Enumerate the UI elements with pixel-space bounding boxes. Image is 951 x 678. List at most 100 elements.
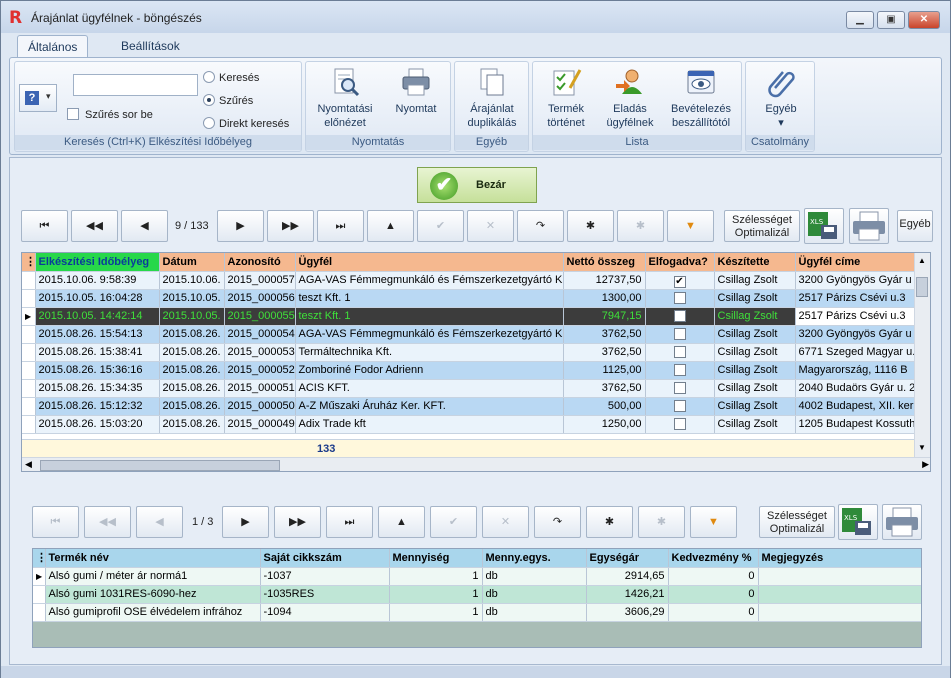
- cell-unit[interactable]: db: [482, 585, 587, 604]
- col-address[interactable]: Ügyfél címe: [795, 253, 917, 272]
- prev-record-button[interactable]: ◀: [121, 210, 168, 242]
- cell-by[interactable]: Csillag Zsolt: [714, 325, 796, 344]
- cell-id[interactable]: 2015_000049: [224, 415, 296, 434]
- cell-addr[interactable]: 2517 Párizs Csévi u.3: [795, 307, 917, 326]
- search-input[interactable]: [73, 74, 198, 96]
- accepted-checkbox[interactable]: [673, 381, 686, 394]
- cell-accepted[interactable]: [645, 307, 715, 326]
- cell-ts[interactable]: 2015.10.05. 16:04:28: [35, 289, 160, 308]
- maximize-button[interactable]: ▣: [877, 11, 905, 29]
- cell-client[interactable]: AGA-VAS Fémmegmunkáló és Fémszerkezetgyá…: [295, 271, 564, 290]
- table-row[interactable]: 2015.10.05. 16:04:28 2015.10.05. 2015_0000…: [22, 289, 917, 308]
- table-row[interactable]: Alsó gumi 1031RES-6090-hez -1035RES 1 db 142…: [33, 585, 921, 604]
- cell-accepted[interactable]: [645, 379, 715, 398]
- table-row[interactable]: Alsó gumiprofil OSE élvédelem infrához -1…: [33, 603, 921, 622]
- cell-id[interactable]: 2015_000053: [224, 343, 296, 362]
- cell-price[interactable]: 2914,65: [586, 567, 669, 586]
- cell-id[interactable]: 2015_000051: [224, 379, 296, 398]
- cell-by[interactable]: Csillag Zsolt: [714, 379, 796, 398]
- more-button[interactable]: Egyéb: [897, 210, 933, 242]
- filter-button[interactable]: ▼: [667, 210, 714, 242]
- post-button[interactable]: ✔: [417, 210, 464, 242]
- accepted-checkbox[interactable]: [673, 363, 686, 376]
- attachment-other-button[interactable]: Egyéb ▾: [750, 66, 812, 130]
- cell-price[interactable]: 1426,21: [586, 585, 669, 604]
- accepted-checkbox[interactable]: [673, 327, 686, 340]
- col-note[interactable]: Megjegyzés: [758, 549, 921, 568]
- col-sku[interactable]: Saját cikkszám: [260, 549, 390, 568]
- cell-accepted[interactable]: [645, 415, 715, 434]
- cell-accepted[interactable]: [645, 361, 715, 380]
- cell-note[interactable]: [758, 603, 921, 622]
- cell-ts[interactable]: 2015.08.26. 15:36:16: [35, 361, 160, 380]
- cancel-edit-button[interactable]: ✕: [467, 210, 514, 242]
- table-row[interactable]: 2015.08.26. 15:03:20 2015.08.26. 2015_0000…: [22, 415, 917, 434]
- detail-print-button[interactable]: [882, 504, 922, 540]
- cell-net[interactable]: 1125,00: [563, 361, 646, 380]
- col-created-by[interactable]: Készítette: [714, 253, 796, 272]
- detail-post-button[interactable]: ✔: [430, 506, 477, 538]
- cell-name[interactable]: Alsó gumiprofil OSE élvédelem infrához: [45, 603, 261, 622]
- accepted-checkbox[interactable]: [673, 399, 686, 412]
- accepted-checkbox[interactable]: [673, 291, 686, 304]
- cell-client[interactable]: teszt Kft. 1: [295, 307, 564, 326]
- detail-cancel-button[interactable]: ✕: [482, 506, 529, 538]
- table-row[interactable]: 2015.08.26. 15:34:35 2015.08.26. 2015_0000…: [22, 379, 917, 398]
- cell-ts[interactable]: 2015.08.26. 15:12:32: [35, 397, 160, 416]
- prev-page-button[interactable]: ◀◀: [71, 210, 118, 242]
- cell-ts[interactable]: 2015.10.06. 9:58:39: [35, 271, 160, 290]
- table-row[interactable]: 2015.08.26. 15:54:13 2015.08.26. 2015_0000…: [22, 325, 917, 344]
- cell-ts[interactable]: 2015.08.26. 15:54:13: [35, 325, 160, 344]
- cell-id[interactable]: 2015_000050: [224, 397, 296, 416]
- cell-disc[interactable]: 0: [668, 585, 759, 604]
- cell-addr[interactable]: 3200 Gyöngyös Gyár u 1: [795, 325, 917, 344]
- col-net[interactable]: Nettó összeg: [563, 253, 646, 272]
- detail-next-page-button[interactable]: ▶▶: [274, 506, 321, 538]
- cell-unit[interactable]: db: [482, 603, 587, 622]
- vertical-scrollbar[interactable]: ▲ ▼: [914, 253, 930, 457]
- table-row[interactable]: ▶ Alsó gumi / méter ár normá1 -1037 1 db 2914…: [33, 567, 921, 586]
- detail-prev-button[interactable]: ◀: [136, 506, 183, 538]
- cell-by[interactable]: Csillag Zsolt: [714, 415, 796, 434]
- detail-prev-page-button[interactable]: ◀◀: [84, 506, 131, 538]
- cell-accepted[interactable]: [645, 325, 715, 344]
- col-timestamp[interactable]: Elkészítési Időbélyeg: [35, 253, 160, 272]
- cell-client[interactable]: teszt Kft. 1: [295, 289, 564, 308]
- cell-price[interactable]: 3606,29: [586, 603, 669, 622]
- cell-disc[interactable]: 0: [668, 567, 759, 586]
- close-window-button[interactable]: ✕: [908, 11, 940, 29]
- detail-bookmark-button[interactable]: ✱: [586, 506, 633, 538]
- cell-by[interactable]: Csillag Zsolt: [714, 307, 796, 326]
- scroll-thumb[interactable]: [916, 277, 928, 297]
- cell-accepted[interactable]: [645, 397, 715, 416]
- table-row[interactable]: 2015.08.26. 15:36:16 2015.08.26. 2015_0000…: [22, 361, 917, 380]
- next-record-button[interactable]: ▶: [217, 210, 264, 242]
- cell-client[interactable]: Zomboriné Fodor Adrienn: [295, 361, 564, 380]
- cell-addr[interactable]: Magyarország, 1116 B: [795, 361, 917, 380]
- cell-addr[interactable]: 2040 Budaörs Gyár u. 2: [795, 379, 917, 398]
- col-client[interactable]: Ügyfél: [295, 253, 564, 272]
- col-quantity[interactable]: Mennyiség: [389, 549, 483, 568]
- refresh-button[interactable]: ↷: [517, 210, 564, 242]
- bookmark-button[interactable]: ✱: [567, 210, 614, 242]
- next-page-button[interactable]: ▶▶: [267, 210, 314, 242]
- export-excel-button[interactable]: XLS: [804, 208, 844, 244]
- close-button[interactable]: ✔ Bezár: [417, 167, 537, 203]
- tab-general[interactable]: Általános: [17, 35, 89, 57]
- cell-net[interactable]: 3762,50: [563, 325, 646, 344]
- cell-qty[interactable]: 1: [389, 603, 483, 622]
- cell-note[interactable]: [758, 585, 921, 604]
- table-row[interactable]: 2015.08.26. 15:12:32 2015.08.26. 2015_0000…: [22, 397, 917, 416]
- cell-sku[interactable]: -1037: [260, 567, 390, 586]
- optimize-width-button[interactable]: Szélességet Optimalizál: [724, 210, 800, 242]
- col-product-name[interactable]: Termék név: [45, 549, 261, 568]
- cell-by[interactable]: Csillag Zsolt: [714, 361, 796, 380]
- last-record-button[interactable]: ⏭: [317, 210, 364, 242]
- goto-bookmark-button[interactable]: ✱: [617, 210, 664, 242]
- detail-goto-bookmark-button[interactable]: ✱: [638, 506, 685, 538]
- accepted-checkbox[interactable]: ✔: [673, 275, 686, 288]
- col-unit-price[interactable]: Egységár: [586, 549, 669, 568]
- cell-net[interactable]: 7947,15: [563, 307, 646, 326]
- col-unit[interactable]: Menny.egys.: [482, 549, 587, 568]
- cell-client[interactable]: Adix Trade kft: [295, 415, 564, 434]
